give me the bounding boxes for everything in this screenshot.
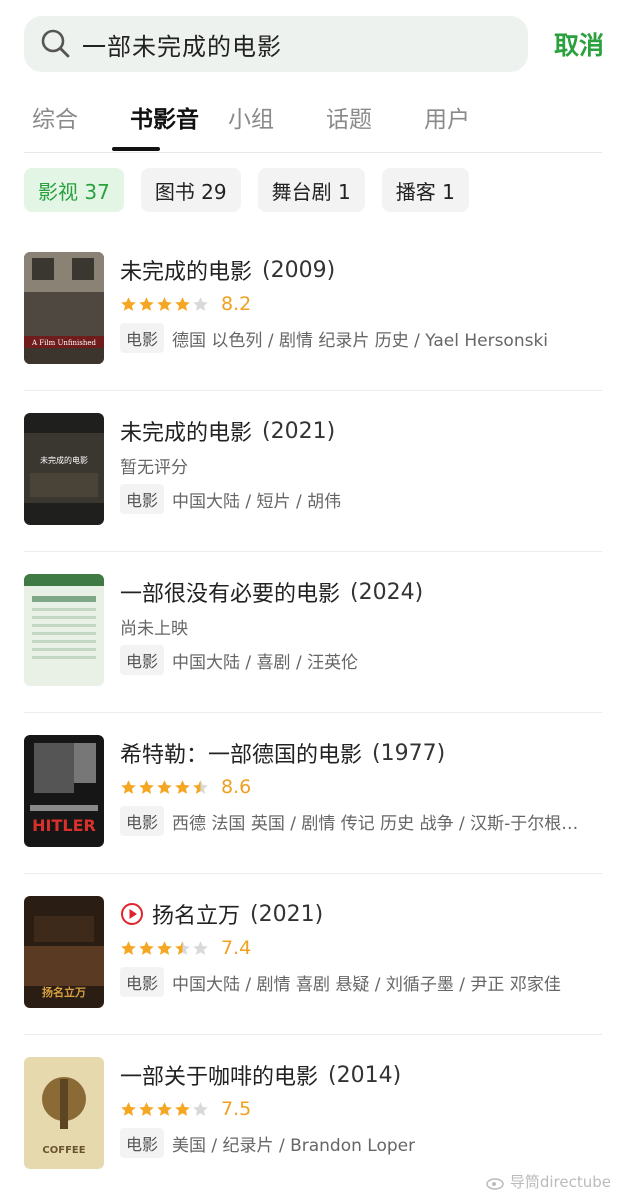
star-icon (121, 779, 136, 794)
item-year: (2009) (262, 257, 336, 283)
no-rating-label: 尚未上映 (120, 618, 188, 639)
star-icon (193, 296, 208, 311)
svg-text:COFFEE: COFFEE (42, 1145, 85, 1156)
item-meta: 西德 法国 英国 / 剧情 传记 历史 战争 / 汉斯-于尔根… (172, 813, 579, 834)
active-tab-indicator (112, 147, 160, 151)
rating-score: 8.6 (221, 776, 252, 798)
item-year: (2014) (328, 1062, 402, 1088)
star-icon (139, 1101, 154, 1116)
chip-stage[interactable]: 舞台剧 1 (257, 168, 365, 212)
list-item[interactable]: 未完成的电影 未完成的电影 (2021) 暂无评分 电影 中国大陆 / 短片 /… (24, 391, 602, 552)
chip-podcasts[interactable]: 播客 1 (381, 168, 469, 212)
item-title[interactable]: 一部很没有必要的电影 (120, 576, 340, 608)
item-title[interactable]: 扬名立万 (152, 898, 240, 930)
poster-image[interactable] (24, 574, 104, 686)
poster-image[interactable]: COFFEE (24, 1057, 104, 1169)
item-year: (2024) (350, 579, 424, 605)
rating-score: 8.2 (221, 293, 252, 315)
star-icon (175, 296, 190, 311)
type-badge: 电影 (120, 645, 165, 675)
item-meta: 中国大陆 / 喜剧 / 汪英伦 (172, 652, 359, 673)
play-icon[interactable] (120, 902, 144, 926)
star-icon (157, 779, 172, 794)
type-badge: 电影 (120, 323, 165, 353)
type-badge: 电影 (120, 967, 165, 997)
star-icon (121, 296, 136, 311)
star-rating (120, 779, 209, 796)
star-icon (139, 940, 154, 955)
tab-books-movies-music[interactable]: 书影音 (130, 100, 228, 152)
svg-text:未完成的电影: 未完成的电影 (40, 455, 88, 465)
list-item[interactable]: HITLER 希特勒：一部德国的电影 (1977) 8.6 电影 西德 法国 英… (24, 713, 602, 874)
chip-books[interactable]: 图书 29 (140, 168, 241, 212)
search-input[interactable]: 一部未完成的电影 (82, 27, 282, 62)
poster-image[interactable]: A Film Unfinished (24, 252, 104, 364)
item-year: (2021) (250, 901, 324, 927)
poster-image[interactable]: 扬名立万 (24, 896, 104, 1008)
item-year: (2021) (262, 418, 336, 444)
tabs-divider (24, 152, 602, 153)
weibo-icon (486, 1177, 504, 1190)
search-icon (41, 29, 70, 58)
no-rating-label: 暂无评分 (120, 457, 188, 478)
tab-topics[interactable]: 话题 (326, 100, 424, 152)
results-list: A Film Unfinished 未完成的电影 (2009) 8.2 电影 德… (24, 230, 602, 1195)
star-icon (157, 940, 172, 955)
poster-image[interactable]: 未完成的电影 (24, 413, 104, 525)
poster-image[interactable]: HITLER (24, 735, 104, 847)
star-icon (193, 779, 208, 794)
star-icon (157, 1101, 172, 1116)
cancel-button[interactable]: 取消 (554, 26, 604, 62)
item-title[interactable]: 希特勒：一部德国的电影 (120, 737, 362, 769)
star-icon (139, 779, 154, 794)
type-badge: 电影 (120, 806, 165, 836)
star-icon (193, 940, 208, 955)
list-item[interactable]: A Film Unfinished 未完成的电影 (2009) 8.2 电影 德… (24, 230, 602, 391)
star-icon (121, 1101, 136, 1116)
star-icon (157, 296, 172, 311)
watermark: 导筒directube (486, 1171, 611, 1192)
tab-users[interactable]: 用户 (424, 100, 522, 152)
chip-movies[interactable]: 影视 37 (24, 168, 124, 212)
item-meta: 中国大陆 / 剧情 喜剧 悬疑 / 刘循子墨 / 尹正 邓家佳 (172, 974, 561, 995)
item-meta: 美国 / 纪录片 / Brandon Loper (172, 1135, 416, 1156)
star-icon (175, 1101, 190, 1116)
rating-score: 7.4 (221, 937, 252, 959)
list-item[interactable]: 扬名立万 扬名立万 (2021) 7.4 电影 中国大陆 / 剧情 喜剧 悬疑 … (24, 874, 602, 1035)
rating-score: 7.5 (221, 1098, 252, 1120)
item-meta: 德国 以色列 / 剧情 纪录片 历史 / Yael Hersonski (172, 330, 549, 351)
filter-chips: 影视 37 图书 29 舞台剧 1 播客 1 (24, 168, 469, 212)
item-title[interactable]: 未完成的电影 (120, 254, 252, 286)
item-year: (1977) (372, 740, 446, 766)
search-box[interactable]: 一部未完成的电影 (24, 16, 528, 72)
type-badge: 电影 (120, 1128, 165, 1158)
svg-text:HITLER: HITLER (32, 816, 96, 835)
star-icon (139, 296, 154, 311)
item-meta: 中国大陆 / 短片 / 胡伟 (172, 491, 342, 512)
search-row: 一部未完成的电影 取消 (24, 16, 604, 72)
tab-groups[interactable]: 小组 (228, 100, 326, 152)
star-icon (193, 1101, 208, 1116)
category-tabs: 综合 书影音 小组 话题 用户 (32, 100, 602, 152)
item-title[interactable]: 一部关于咖啡的电影 (120, 1059, 318, 1091)
svg-text:扬名立万: 扬名立万 (42, 985, 86, 999)
svg-text:A Film Unfinished: A Film Unfinished (31, 339, 97, 347)
star-rating (120, 296, 209, 313)
star-icon (175, 779, 190, 794)
star-icon (121, 940, 136, 955)
item-title[interactable]: 未完成的电影 (120, 415, 252, 447)
tab-overview[interactable]: 综合 (32, 100, 130, 152)
watermark-text: 导筒directube (509, 1173, 611, 1191)
list-item[interactable]: 一部很没有必要的电影 (2024) 尚未上映 电影 中国大陆 / 喜剧 / 汪英… (24, 552, 602, 713)
star-rating (120, 1101, 209, 1118)
star-icon (175, 940, 190, 955)
type-badge: 电影 (120, 484, 165, 514)
star-rating (120, 940, 209, 957)
